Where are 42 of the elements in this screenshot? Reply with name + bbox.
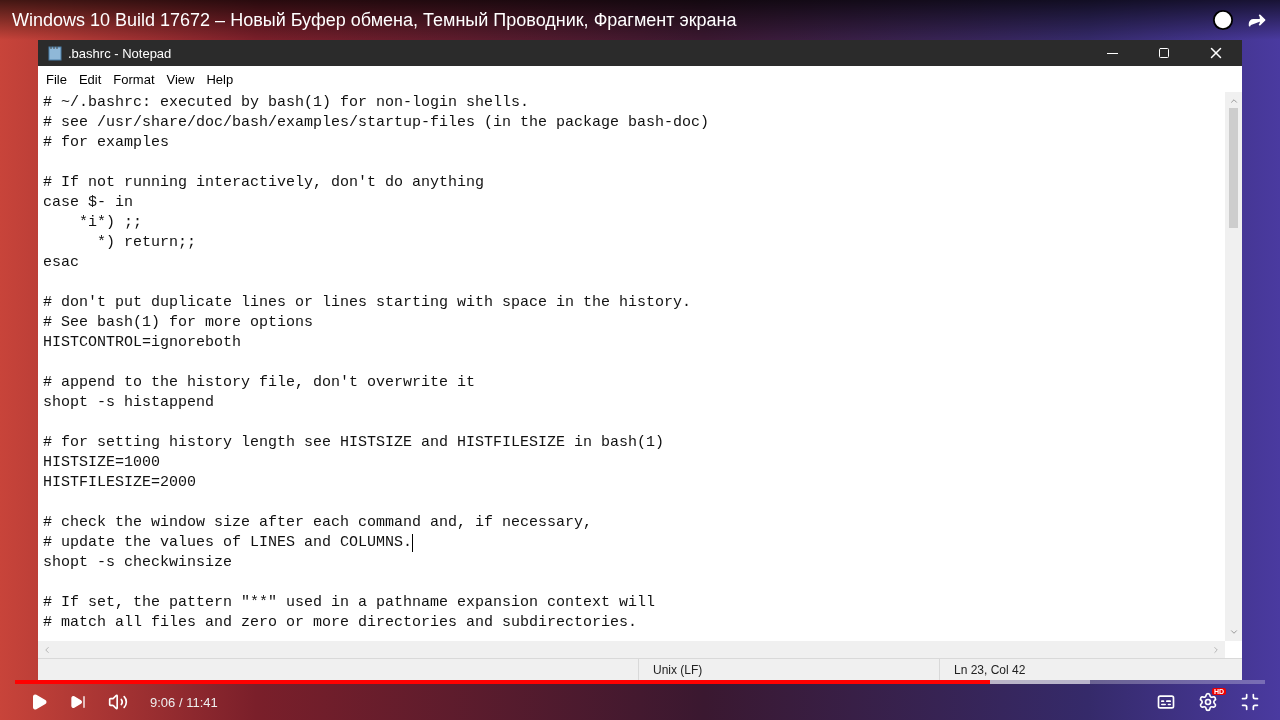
- code-line: # see /usr/share/doc/bash/examples/startup-files (in the package bash-doc): [43, 113, 710, 133]
- scroll-thumb[interactable]: [1229, 108, 1238, 228]
- horizontal-scrollbar[interactable]: [38, 641, 1225, 658]
- video-title: Windows 10 Build 17672 – Новый Буфер обмена, Темный Проводник, Фрагмент экрана: [12, 9, 738, 31]
- code-line: esac: [43, 253, 79, 273]
- code-line: *i*) ;;: [78, 213, 143, 233]
- volume-button[interactable]: [108, 692, 128, 712]
- maximize-icon: [1158, 47, 1170, 59]
- code-line: case $- in: [43, 193, 133, 213]
- code-line: # update the values of LINES and COLUMNS.: [43, 533, 413, 553]
- code-line: *) return;;: [96, 233, 197, 253]
- code-line: HISTFILESIZE=2000: [43, 473, 197, 493]
- code-line: # append to the history file, don't overwrite it: [43, 373, 476, 393]
- code-line: # If set, the pattern "**" used in a pathname expansion context will: [43, 593, 656, 613]
- code-line: # don't put duplicate lines or lines starting with space in the history.: [43, 293, 692, 313]
- menu-item[interactable]: File: [40, 71, 73, 87]
- code-line: HISTSIZE=1000: [43, 453, 161, 473]
- menu-item[interactable]: Edit: [72, 71, 108, 87]
- code-line: # for examples: [43, 133, 170, 153]
- menu-item[interactable]: View: [160, 71, 201, 87]
- code-line: # If not running interactively, don't do anything: [43, 173, 485, 193]
- code-line: shopt -s histappend: [43, 393, 215, 413]
- code-line: # ~/.bashrc: executed by bash(1) for non-login shells.: [43, 93, 530, 113]
- menu-item[interactable]: Format: [107, 71, 161, 87]
- code-line: # for setting history length see HISTSIZE and HISTFILESIZE in bash(1): [43, 433, 665, 453]
- subtitles-button[interactable]: [1156, 692, 1176, 712]
- progress-track[interactable]: [15, 680, 1265, 684]
- window-title: .bashrc - Notepad: [68, 45, 173, 61]
- play-button[interactable]: [30, 693, 48, 711]
- code-line: HISTCONTROL=ignoreboth: [43, 333, 242, 353]
- exit-fullscreen-button[interactable]: [1240, 692, 1260, 712]
- settings-button[interactable]: [1198, 692, 1218, 712]
- code-line: shopt -s checkwinsize: [43, 553, 233, 573]
- minimize-icon: [1106, 52, 1118, 54]
- code-line: # match all files and zero or more directories and subdirectories.: [43, 613, 638, 633]
- video-time: 9:06 / 11:41: [150, 694, 219, 710]
- code-line: # See bash(1) for more options: [43, 313, 314, 333]
- notepad-icon: [48, 45, 62, 61]
- code-line: # check the window size after each command and, if necessary,: [43, 513, 593, 533]
- vertical-scrollbar[interactable]: [1225, 92, 1242, 641]
- menu-item[interactable]: Help: [200, 71, 240, 87]
- next-button[interactable]: [70, 694, 86, 710]
